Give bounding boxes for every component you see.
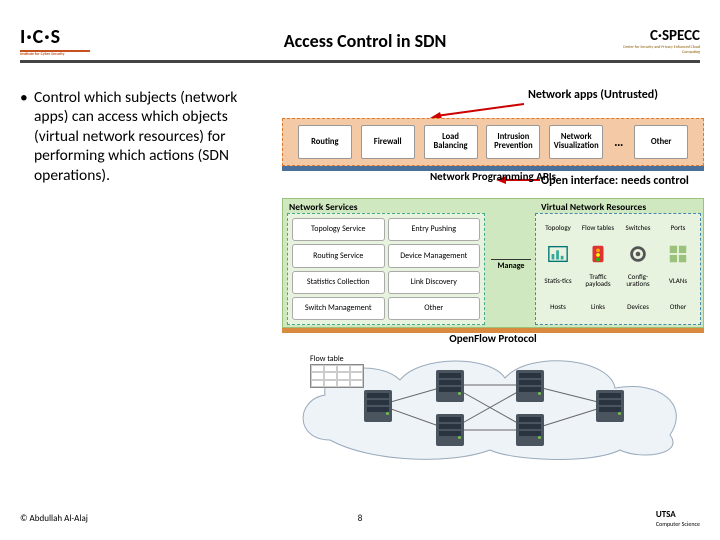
vnr-topology: Topology xyxy=(539,217,577,237)
switch-icon xyxy=(596,390,624,422)
data-plane-cloud: Flow table xyxy=(290,350,696,462)
vnr-box: Topology Flow tables Switches Ports Stat… xyxy=(535,213,701,325)
switch-icon xyxy=(436,370,464,402)
arrow-untrusted-icon xyxy=(430,102,524,118)
traffic-icon xyxy=(579,239,617,268)
chart-icon xyxy=(539,239,577,268)
app-other: Other xyxy=(634,125,688,159)
vnr-flow-tables: Flow tables xyxy=(579,217,617,237)
controller-plane: Network Services Virtual Network Resourc… xyxy=(282,198,704,328)
network-services-title: Network Services xyxy=(289,201,358,213)
manage-label: Manage xyxy=(491,259,531,271)
switch-icon xyxy=(364,390,392,422)
vnr-title: Virtual Network Resources xyxy=(541,201,646,213)
ns-switch-management: Switch Management xyxy=(292,297,385,320)
apps-ellipsis: … xyxy=(612,135,625,150)
vnr-devices: Devices xyxy=(619,292,657,321)
vnr-ports: Ports xyxy=(659,217,697,237)
copyright: © Abdullah Al-Alaj xyxy=(20,513,88,524)
app-load-balancing: Load Balancing xyxy=(424,125,478,159)
network-services-box: Topology Service Entry Pushing Routing S… xyxy=(287,213,485,325)
logo-ics: I·C·S Institute for Cyber Security xyxy=(20,25,116,57)
vnr-vlans: VLANs xyxy=(659,270,697,290)
logo-ics-text: I·C·S xyxy=(20,25,116,49)
logo-cspecc-sub: Center for Security and Privacy Enhanced… xyxy=(614,45,700,55)
vnr-links: Links xyxy=(579,292,617,321)
ns-device-management: Device Management xyxy=(388,244,481,267)
ns-routing-service: Routing Service xyxy=(292,244,385,267)
flow-table-label: Flow table xyxy=(310,354,344,364)
vnr-switches: Switches xyxy=(619,217,657,237)
vnr-statistics: Statis-tics xyxy=(539,270,577,290)
ns-link-discovery: Link Discovery xyxy=(388,271,481,294)
np-api-label: Network Programming APIs xyxy=(282,170,704,183)
vnr-traffic-payloads: Traffic payloads xyxy=(579,270,617,290)
utsa-logo-text: UTSA xyxy=(656,509,676,520)
grid-icon xyxy=(659,239,697,268)
annotation-untrusted: Network apps (Untrusted) xyxy=(528,88,658,102)
flow-table-grid-icon xyxy=(310,364,364,388)
utsa-dept: Computer Science xyxy=(656,520,700,528)
switch-icon xyxy=(516,370,544,402)
gear-icon xyxy=(619,239,657,268)
app-firewall: Firewall xyxy=(361,125,415,159)
switch-icon xyxy=(436,414,464,446)
app-routing: Routing xyxy=(298,125,352,159)
switch-icon xyxy=(516,414,544,446)
logo-cspecc: C·SPECC Center for Security and Privacy … xyxy=(614,27,700,55)
vnr-hosts: Hosts xyxy=(539,292,577,321)
slide: I·C·S Institute for Cyber Security Acces… xyxy=(0,0,720,540)
logo-cspecc-text: C·SPECC xyxy=(614,27,700,45)
slide-title: Access Control in SDN xyxy=(116,30,614,52)
vnr-other: Other xyxy=(659,292,697,321)
vnr-configurations: Config-urations xyxy=(619,270,657,290)
openflow-label: OpenFlow Protocol xyxy=(282,332,704,345)
logo-ics-sub: Institute for Cyber Security xyxy=(20,52,116,57)
app-intrusion-prevention: Intrusion Prevention xyxy=(486,125,540,159)
ns-statistics-collection: Statistics Collection xyxy=(292,271,385,294)
ns-topology-service: Topology Service xyxy=(292,218,385,241)
header-divider xyxy=(20,60,700,63)
bullet-text: Control which subjects (network apps) ca… xyxy=(34,88,270,185)
header: I·C·S Institute for Cyber Security Acces… xyxy=(20,24,700,58)
ns-entry-pushing: Entry Pushing xyxy=(388,218,481,241)
footer-right: UTSA Computer Science xyxy=(656,509,700,528)
flow-table: Flow table xyxy=(310,354,370,388)
page-number: 8 xyxy=(358,513,363,524)
apps-row: Routing Firewall Load Balancing Intrusio… xyxy=(282,118,704,166)
footer: © Abdullah Al-Alaj 8 UTSA Computer Scien… xyxy=(20,509,700,528)
app-network-visualization: Network Visualization xyxy=(549,125,603,159)
ns-other: Other xyxy=(388,297,481,320)
architecture-diagram: Routing Firewall Load Balancing Intrusio… xyxy=(282,118,704,468)
